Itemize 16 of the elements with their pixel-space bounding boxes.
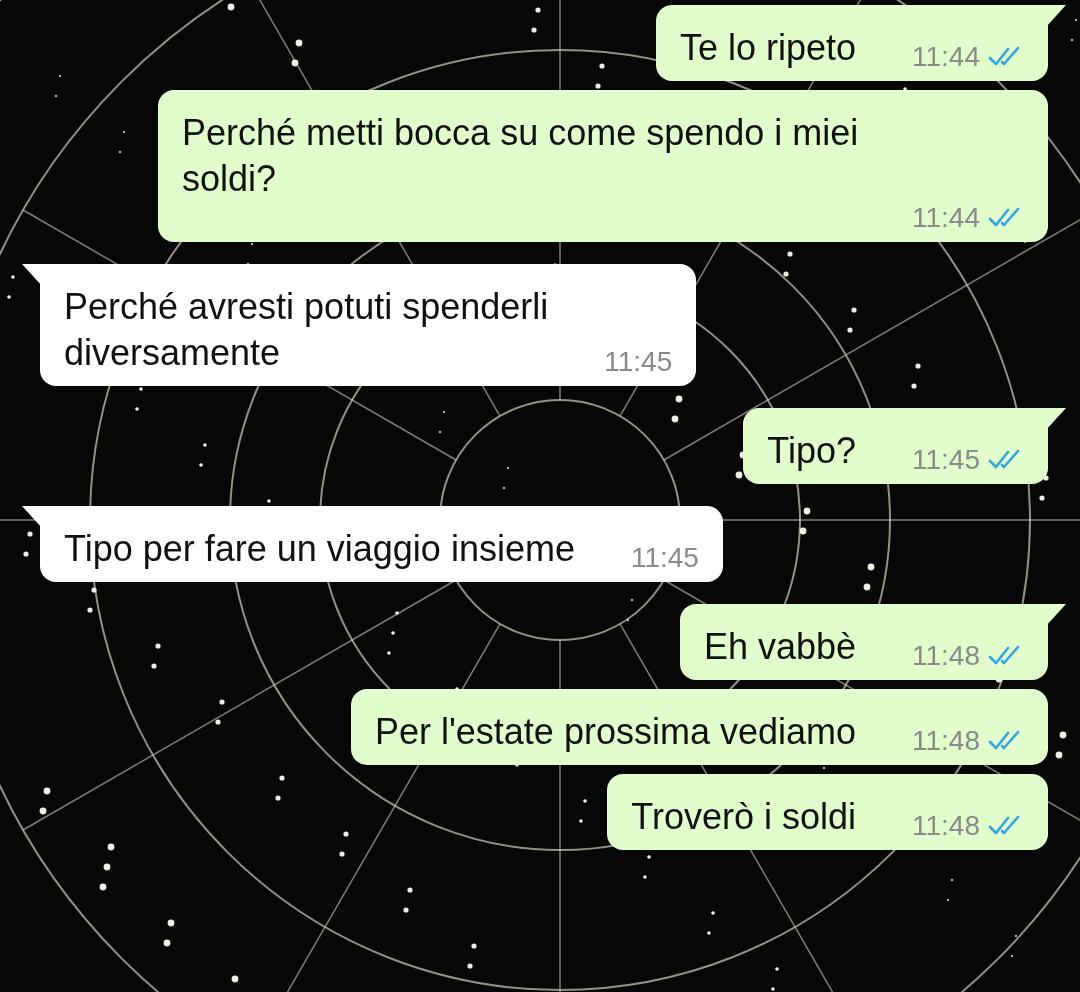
message-time: 11:45 — [604, 346, 673, 378]
message-time: 11:45 — [912, 444, 980, 476]
message-time: 11:44 — [912, 202, 980, 234]
message-text: Te lo ripeto — [679, 26, 856, 70]
message-text: Tipo? — [767, 429, 856, 473]
message-text: Perché avresti potuti spenderli diversamente — [64, 285, 549, 375]
message-time: 11:48 — [912, 810, 980, 842]
message-time: 11:45 — [630, 542, 699, 574]
message-text: Per l'estate prossima vediamo — [374, 710, 856, 754]
message-text: Tipo per fare un viaggio insieme — [64, 527, 575, 571]
message-text: Perché metti bocca su come spendo i miei soldi? — [182, 111, 860, 201]
message-text: Troverò i soldi — [631, 795, 856, 839]
message-text: Eh vabbè — [703, 625, 856, 669]
message-time: 11:48 — [912, 725, 980, 757]
message-time: 11:44 — [912, 41, 980, 73]
message-time: 11:48 — [912, 640, 980, 672]
